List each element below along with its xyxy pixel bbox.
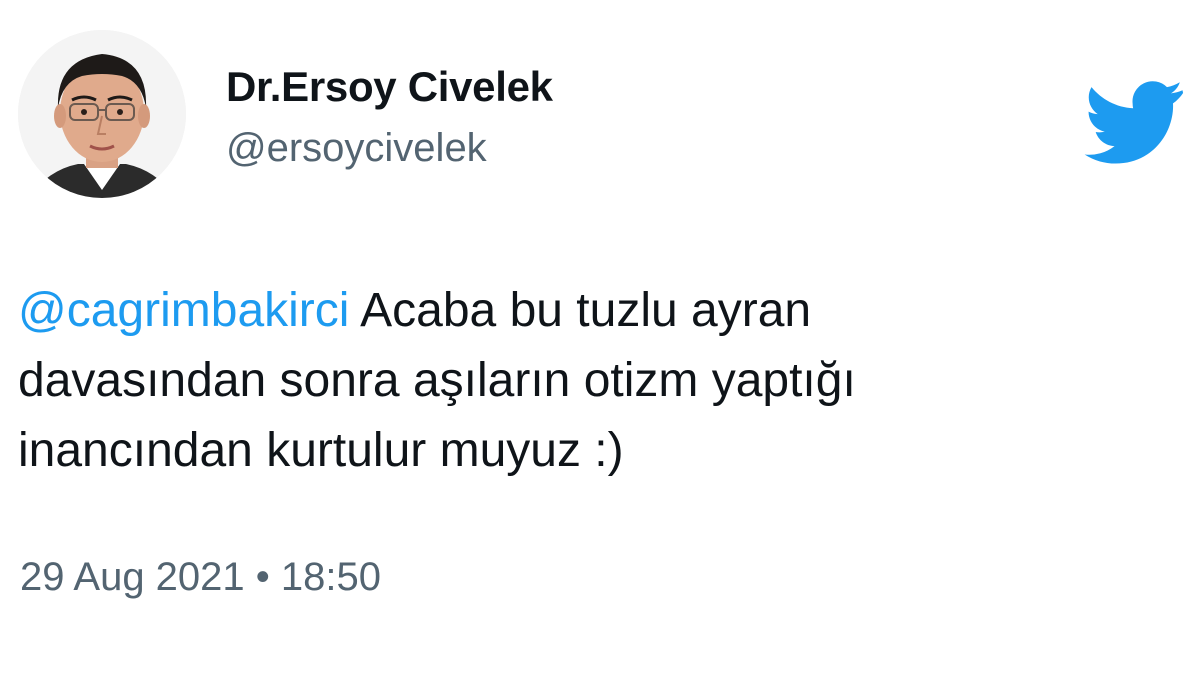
avatar[interactable] bbox=[18, 30, 186, 198]
twitter-bird-icon bbox=[1084, 80, 1184, 164]
tweet-timestamp[interactable]: 29 Aug 2021 • 18:50 bbox=[20, 552, 381, 602]
tweet-body: @cagrimbakirci Acaba bu tuzlu ayran dava… bbox=[18, 276, 1018, 486]
avatar-portrait bbox=[18, 30, 186, 198]
tweet-author: Dr.Ersoy Civelek @ersoycivelek bbox=[226, 62, 553, 172]
author-handle[interactable]: @ersoycivelek bbox=[226, 124, 553, 172]
mention-link[interactable]: @cagrimbakirci bbox=[18, 284, 349, 337]
twitter-bird-icon-svg bbox=[1084, 81, 1184, 164]
tweet-card: Dr.Ersoy Civelek @ersoycivelek @cagrimba… bbox=[0, 0, 1200, 675]
author-display-name[interactable]: Dr.Ersoy Civelek bbox=[226, 62, 553, 112]
